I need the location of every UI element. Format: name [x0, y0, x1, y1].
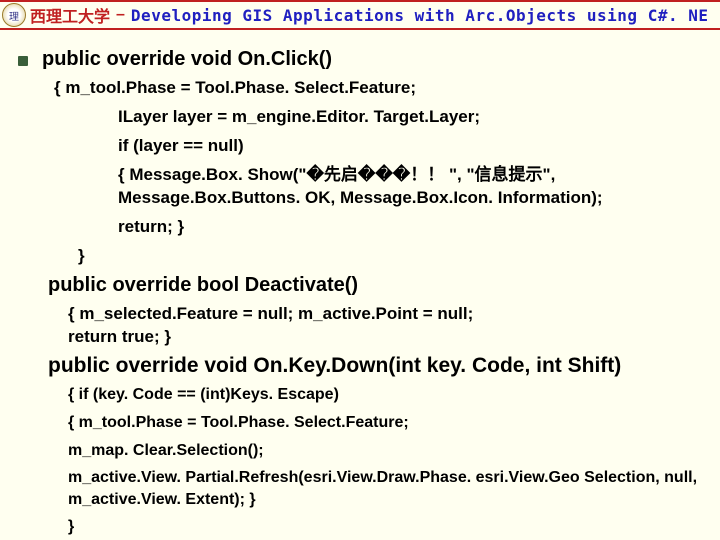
slide-content: public override void On.Click() { m_tool… [0, 30, 720, 538]
code-line: if (layer == null) [18, 135, 712, 158]
method3-signature: public override void On.Key.Down(int key… [18, 354, 712, 378]
code-line: { if (key. Code == (int)Keys. Escape) [18, 384, 712, 406]
logo-glyph: 理 [9, 8, 19, 23]
code-line: return; } [18, 216, 712, 239]
code-close-brace: } [18, 516, 712, 538]
code-line: { m_tool.Phase = Tool.Phase. Select.Feat… [18, 412, 712, 434]
university-logo: 理 [2, 3, 26, 27]
code-line: { m_selected.Feature = null; m_active.Po… [18, 303, 712, 349]
method2-signature: public override bool Deactivate() [18, 274, 712, 297]
square-bullet-icon [18, 56, 28, 66]
course-title: Developing GIS Applications with Arc.Obj… [131, 6, 709, 25]
slide-header: 理 西理工大学 – Developing GIS Applications wi… [0, 0, 720, 30]
code-line: m_active.View. Partial.Refresh(esri.View… [18, 467, 712, 510]
code-line: { Message.Box. Show("�先启���！！ ", "信息提示",… [18, 164, 712, 210]
method1-signature: public override void On.Click() [42, 48, 332, 71]
university-name: 西理工大学 [30, 3, 110, 27]
header-separator: – [116, 6, 125, 24]
code-line: { m_tool.Phase = Tool.Phase. Select.Feat… [18, 77, 712, 100]
code-line: m_map. Clear.Selection(); [18, 440, 712, 462]
code-line: ILayer layer = m_engine.Editor. Target.L… [18, 106, 712, 129]
code-close-brace: } [18, 245, 712, 268]
bullet-item: public override void On.Click() [18, 48, 712, 71]
